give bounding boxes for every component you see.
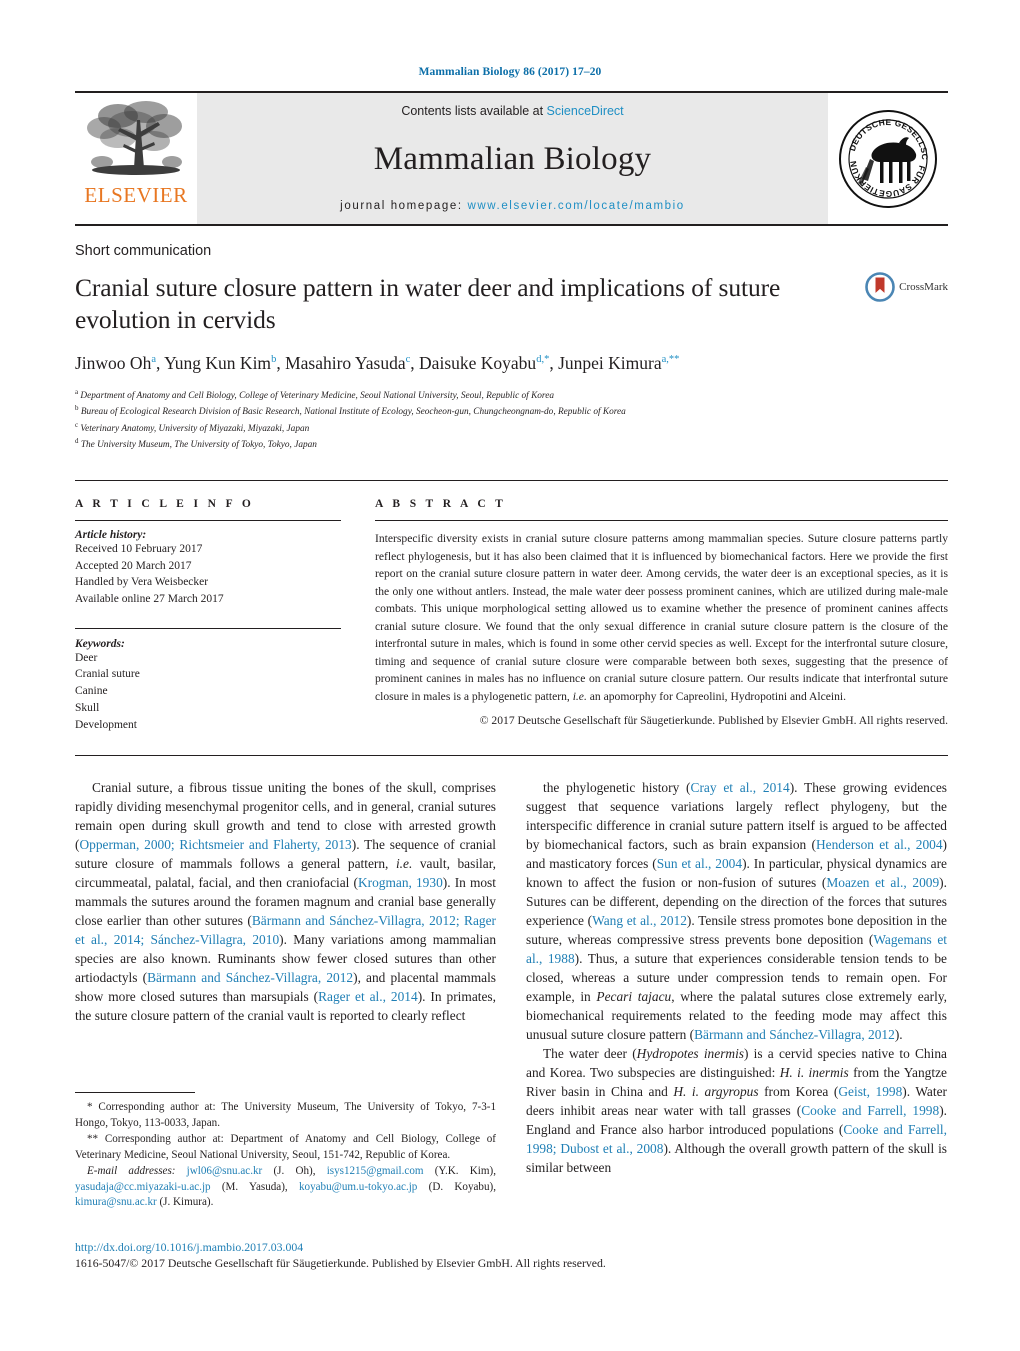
homepage-prefix: journal homepage: [340,200,468,212]
footnote-rule [75,1092,195,1093]
crossmark-label: CrossMark [899,281,948,293]
doi-block: http://dx.doi.org/10.1016/j.mambio.2017.… [75,1240,795,1271]
article-type: Short communication [75,243,212,259]
citation-link[interactable]: Rager et al., 2014 [318,989,418,1004]
keyword-item: Deer [75,651,98,664]
contents-available-line: Contents lists available at ScienceDirec… [401,104,623,118]
footnote-block: * Corresponding author at: The Universit… [75,1092,496,1212]
citation-link[interactable]: Cooke and Farrell, 1998 [526,1122,947,1156]
citation-link[interactable]: Moazen et al., 2009 [826,875,939,890]
citation-link[interactable]: Opperman, 2000; Richtsmeier and Flaherty… [79,837,351,852]
contents-prefix: Contents lists available at [401,104,547,118]
elsevier-logo: ELSEVIER [75,93,197,224]
email-person: (D. Koyabu) [428,1180,494,1193]
scientific-name: Hydropotes inermis [636,1045,745,1061]
citation-link[interactable]: Wagemans et al., 1988 [526,932,947,966]
article-info-rule [75,520,341,522]
article-page: Mammalian Biology 86 (2017) 17–20 ELSEVI… [0,0,1020,1351]
body-paragraph: The water deer (Hydropotes inermis) is a… [526,1045,948,1175]
body-column-right: the phylogenetic history (Cray et al., 2… [526,779,947,1177]
corresponding-note-text-2: ** Corresponding author at: Department o… [75,1133,496,1161]
citation-link[interactable]: Krogman, 1930 [358,875,443,890]
journal-title: Mammalian Biology [373,140,652,177]
scientific-name: H. i. inermis [779,1064,849,1080]
history-item: Available online 27 March 2017 [75,593,224,606]
info-abstract-section: A R T I C L E I N F O Article history: R… [75,480,948,733]
abstract-copyright: © 2017 Deutsche Gesellschaft für Säugeti… [479,714,948,728]
citation-link[interactable]: Cray et al., 2014 [691,780,790,795]
scientific-name: i.e. [572,689,587,703]
keyword-item: Canine [75,685,108,698]
affiliation-item: a Department of Anatomy and Cell Biology… [75,388,554,402]
journal-masthead: ELSEVIER Contents lists available at Sci… [75,91,948,226]
email-person: (M. Yasuda) [221,1180,285,1193]
article-history-label: Article history: [75,529,147,542]
citation-link[interactable]: Henderson et al., 2004 [816,837,943,852]
citation-link[interactable]: Cooke and Farrell, 1998 [801,1103,939,1118]
crossmark-badge[interactable]: CrossMark [865,272,948,302]
history-item: Accepted 20 March 2017 [75,559,192,572]
history-item: Handled by Vera Weisbecker [75,576,209,589]
corresponding-author-note-1: * Corresponding author at: The Universit… [75,1100,496,1131]
email-link[interactable]: koyabu@um.u-tokyo.ac.jp [299,1181,417,1193]
keywords-label: Keywords: [75,637,125,650]
running-head: Mammalian Biology 86 (2017) 17–20 [418,66,602,78]
doi-link[interactable]: http://dx.doi.org/10.1016/j.mambio.2017.… [75,1240,795,1255]
email-addresses-note: E-mail addresses: jwl06@snu.ac.kr (J. Oh… [75,1165,496,1209]
email-link[interactable]: yasudaja@cc.miyazaki-u.ac.jp [75,1181,211,1193]
abstract-heading: A B S T R A C T [375,498,507,511]
author-list: Jinwoo Oha, Yung Kun Kimb, Masahiro Yasu… [75,353,680,374]
affiliation-item: d The University Museum, The University … [75,436,317,450]
keywords-block: Keywords: Deer Cranial suture Canine Sku… [75,627,341,733]
abstract-rule [375,520,948,522]
email-person: (J. Oh) [273,1165,313,1178]
abstract-column: A B S T R A C T Interspecific diversity … [375,498,948,733]
citation-link[interactable]: Sun et al., 2004 [657,856,742,871]
email-label: E-mail addresses: [87,1165,176,1178]
journal-homepage-line: journal homepage: www.elsevier.com/locat… [340,200,685,212]
email-link[interactable]: kimura@snu.ac.kr [75,1196,157,1208]
elsevier-tree-icon [87,101,182,175]
corresponding-note-text-1: * Corresponding author at: The Universit… [75,1101,496,1129]
email-link[interactable]: isys1215@gmail.com [327,1165,424,1177]
scientific-name: H. i. argyropus [673,1083,759,1099]
history-item: Received 10 February 2017 [75,543,203,556]
society-logo: DEUTSCHE GESELLSCHAFT FÜR SÄUGETIERKUNDE [828,93,948,224]
email-link[interactable]: jwl06@snu.ac.kr [187,1165,263,1177]
title-block: Short communication CrossMark Cranial su… [75,243,948,452]
article-info-heading: A R T I C L E I N F O [75,498,255,511]
email-person: (J. Kimura) [159,1196,211,1209]
affiliation-list: a Department of Anatomy and Cell Biology… [75,387,948,452]
journal-band: Contents lists available at ScienceDirec… [197,93,828,224]
elsevier-wordmark: ELSEVIER [84,183,188,207]
citation-link[interactable]: Bärmann and Sánchez-Villagra, 2012; Rage… [75,913,496,947]
affiliation-item: b Bureau of Ecological Research Division… [75,404,626,418]
journal-homepage-link[interactable]: www.elsevier.com/locate/mambio [467,200,684,212]
email-person: (Y.K. Kim) [434,1165,494,1178]
body-paragraph: the phylogenetic history (Cray et al., 2… [526,780,948,1042]
page-title: Cranial suture closure pattern in water … [75,273,781,335]
issn-copyright-line: 1616-5047/© 2017 Deutsche Gesellschaft f… [75,1256,606,1270]
abstract-text: Interspecific diversity exists in crania… [375,532,948,703]
citation-link[interactable]: Cooke and Farrell, 1998; Dubost et al., … [526,1122,947,1156]
citation-link[interactable]: Bärmann and Sánchez-Villagra, 2012 [694,1027,895,1042]
deutsche-gesellschaft-saeugetierkunde-seal-icon: DEUTSCHE GESELLSCHAFT FÜR SÄUGETIERKUNDE [836,107,937,208]
citation-link[interactable]: Bärmann and Sánchez-Villagra, 2012 [252,913,456,928]
body-paragraph: Cranial suture, a fibrous tissue uniting… [75,780,497,1023]
sciencedirect-link[interactable]: ScienceDirect [547,104,624,118]
keyword-item: Development [75,718,137,731]
keyword-item: Cranial suture [75,668,140,681]
crossmark-icon [865,272,895,302]
affiliation-item: c Veterinary Anatomy, University of Miya… [75,420,310,434]
corresponding-author-note-2: ** Corresponding author at: Department o… [75,1132,496,1163]
citation-link[interactable]: Geist, 1998 [838,1084,902,1099]
scientific-name: Pecari tajacu [596,988,672,1004]
article-info-column: A R T I C L E I N F O Article history: R… [75,498,341,733]
scientific-name: i.e. [395,856,413,872]
citation-link[interactable]: Wang et al., 2012 [592,913,687,928]
keyword-item: Skull [75,701,100,714]
article-history-list: Received 10 February 2017 Accepted 20 Ma… [75,541,341,608]
citation-link[interactable]: Bärmann and Sánchez-Villagra, 2012 [147,970,353,985]
